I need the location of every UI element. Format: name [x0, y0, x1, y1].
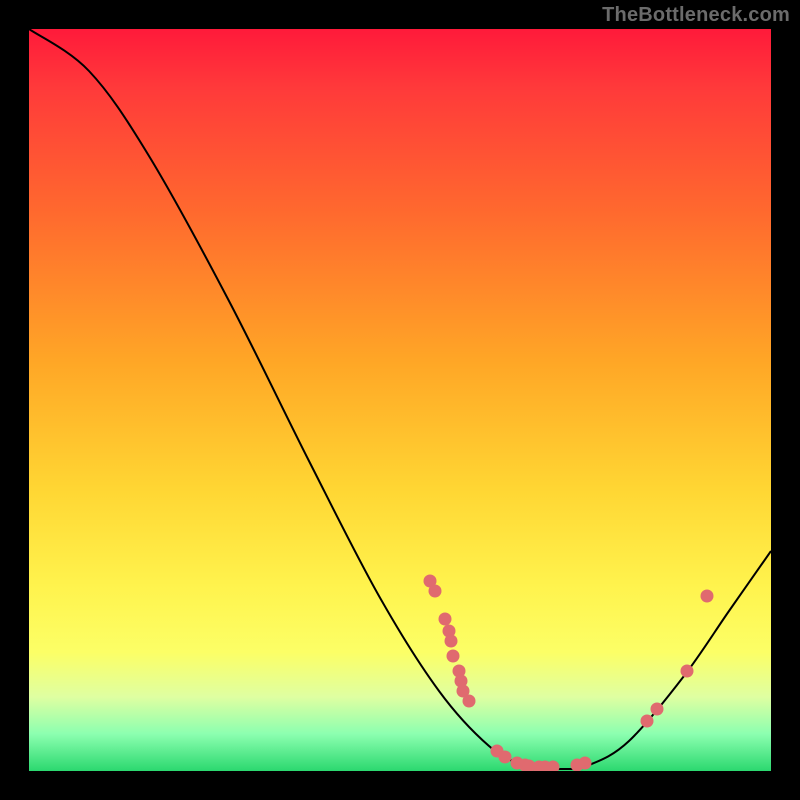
data-point — [579, 757, 592, 770]
data-point — [463, 695, 476, 708]
chart-svg — [29, 29, 771, 771]
data-point — [429, 585, 442, 598]
data-point — [681, 665, 694, 678]
curve-line — [29, 29, 771, 769]
data-point — [447, 650, 460, 663]
data-point — [651, 703, 664, 716]
watermark-text: TheBottleneck.com — [602, 4, 790, 27]
chart-area — [29, 29, 771, 771]
data-point — [641, 715, 654, 728]
data-point — [445, 635, 458, 648]
data-point — [499, 751, 512, 764]
data-point — [701, 590, 714, 603]
data-point — [439, 613, 452, 626]
